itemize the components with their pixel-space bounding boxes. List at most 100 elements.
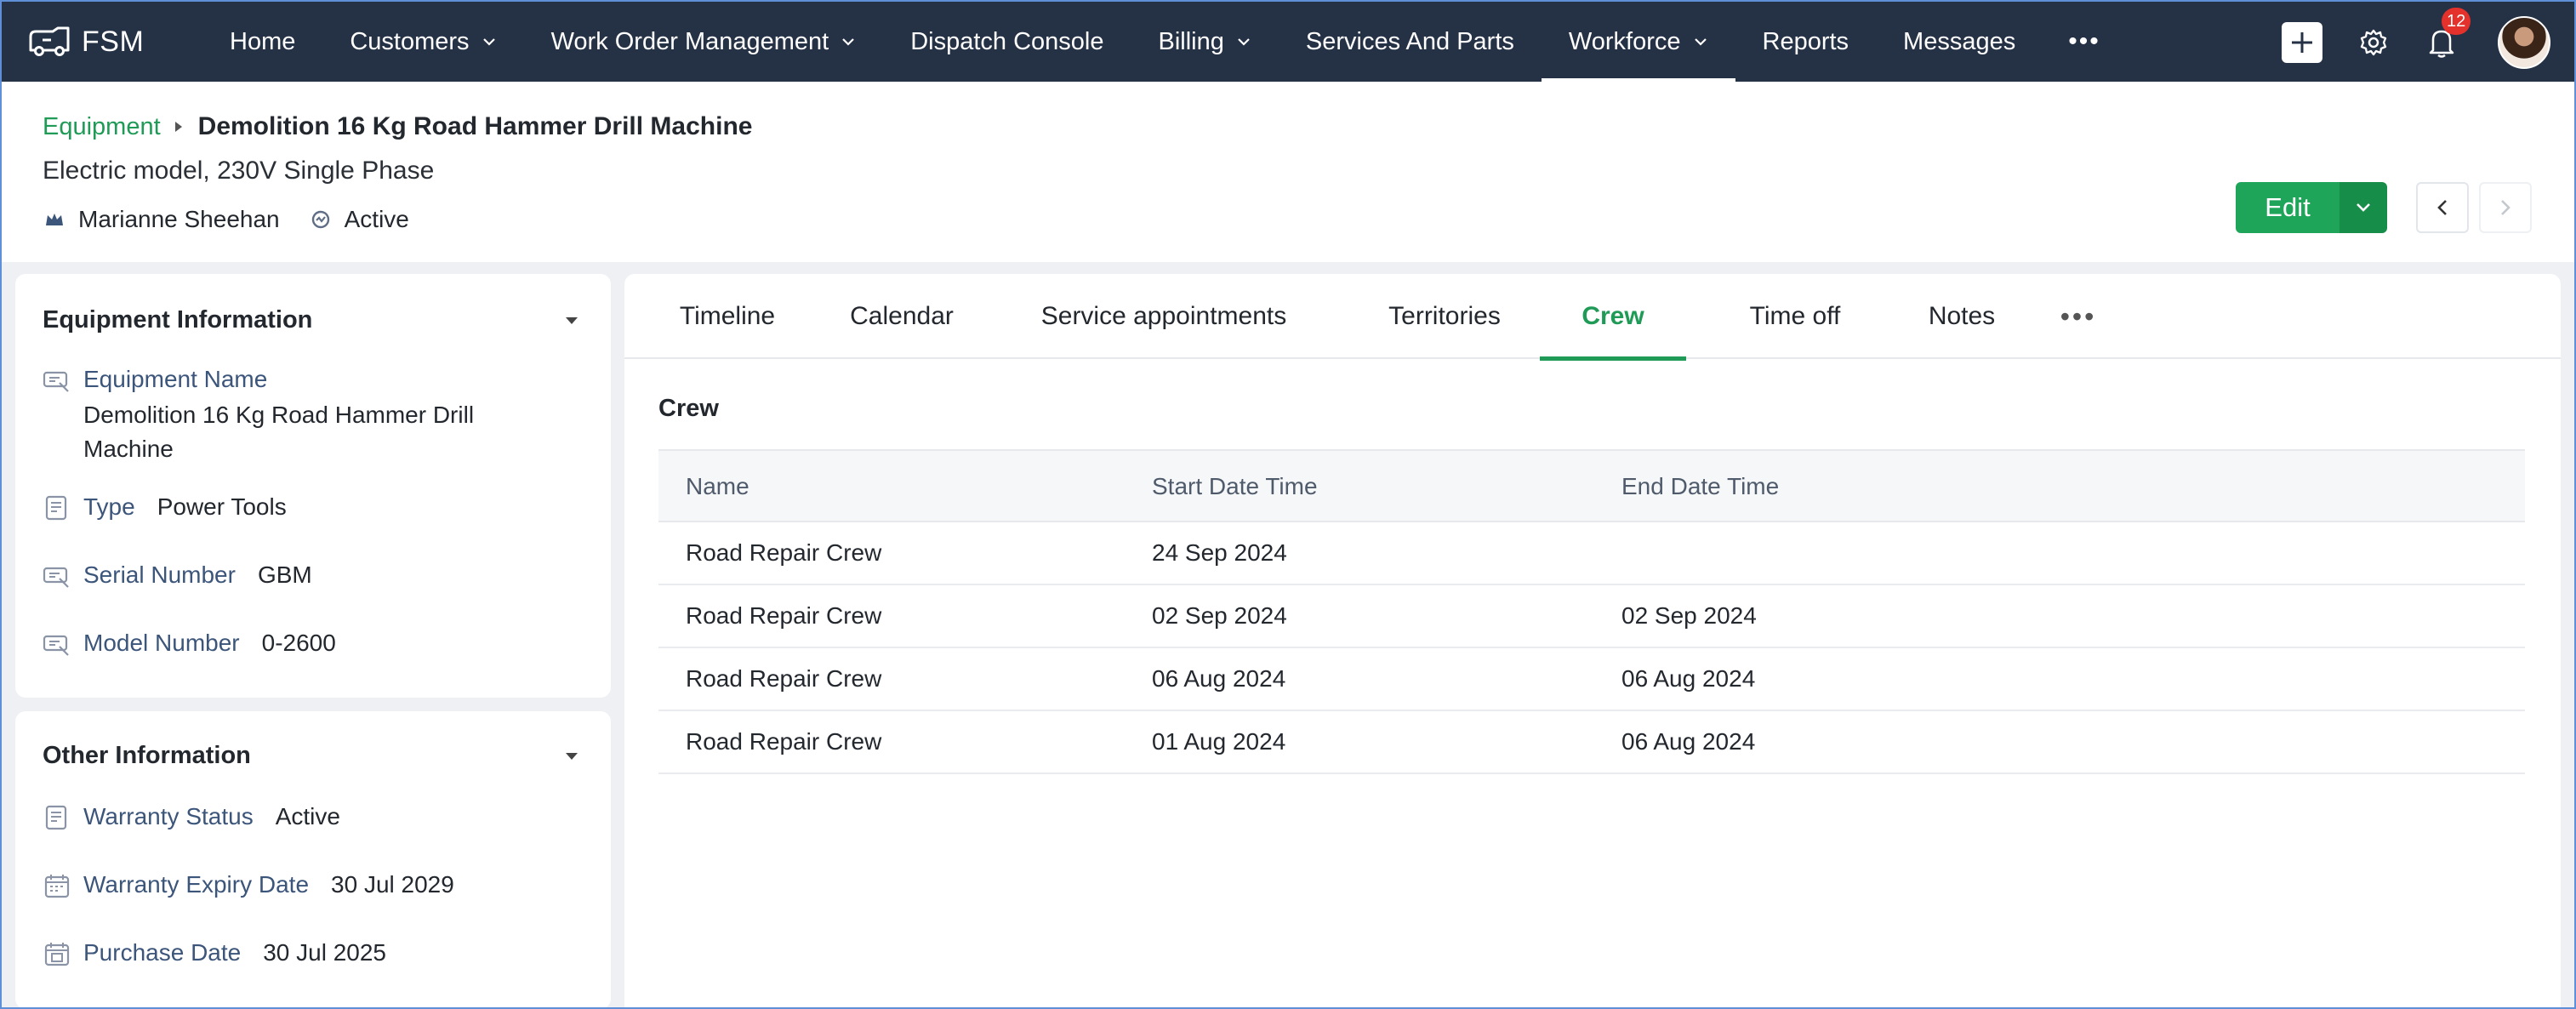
field-label: Purchase Date: [83, 939, 242, 966]
nav-item-label: Messages: [1903, 27, 2016, 55]
column-header-start-date-time[interactable]: Start Date Time: [1152, 451, 1318, 522]
table-row[interactable]: Road Repair Crew 06 Aug 2024 06 Aug 2024: [658, 648, 2525, 711]
table-row[interactable]: Road Repair Crew 24 Sep 2024: [658, 522, 2525, 585]
top-navigation-bar: FSM Home Customers Work Order Management…: [0, 0, 2576, 83]
caret-right-icon: [174, 122, 182, 132]
cell-start: 02 Sep 2024: [1152, 602, 1287, 629]
document-icon: [45, 805, 67, 830]
nav-item-label: Billing: [1158, 27, 1224, 55]
quick-create-button[interactable]: [2282, 22, 2322, 63]
edit-dropdown-button[interactable]: [2339, 182, 2387, 233]
nav-item-work-order-management[interactable]: Work Order Management: [524, 1, 884, 83]
chevron-down-icon: [1238, 38, 1250, 46]
nav-item-label: Reports: [1762, 27, 1849, 55]
crown-icon: [46, 214, 63, 225]
column-header-name[interactable]: Name: [686, 451, 749, 522]
tab-service-appointments[interactable]: Service appointments: [1019, 274, 1308, 359]
column-header-end-date-time[interactable]: End Date Time: [1621, 451, 1779, 522]
tab-notes[interactable]: Notes: [1899, 274, 2025, 359]
brand-name: FSM: [82, 25, 145, 58]
nav-item-label: Customers: [350, 27, 470, 55]
chevron-down-icon: [2357, 203, 2370, 212]
field-label: Model Number: [83, 630, 240, 656]
tab-time-off[interactable]: Time off: [1717, 274, 1873, 359]
tag-icon: [43, 635, 69, 656]
chevron-left-icon: [2437, 200, 2447, 215]
chevron-right-icon: [2501, 200, 2510, 215]
table-header: Name Start Date Time End Date Time: [658, 449, 2525, 522]
status-text: Active: [344, 206, 409, 232]
nav-item-billing[interactable]: Billing: [1131, 1, 1279, 83]
next-record-button[interactable]: [2479, 182, 2532, 233]
nav-item-customers[interactable]: Customers: [322, 1, 523, 83]
nav-item-services-and-parts[interactable]: Services And Parts: [1279, 1, 1542, 83]
cell-end: 06 Aug 2024: [1621, 665, 1756, 692]
nav-item-label: Services And Parts: [1305, 27, 1514, 55]
record-subtitle: Electric model, 230V Single Phase: [43, 157, 435, 185]
edit-button-group: Edit: [2236, 182, 2387, 233]
crew-section-title: Crew: [658, 395, 719, 422]
record-meta: Marianne Sheehan Active: [44, 206, 440, 233]
breadcrumb-equipment-link[interactable]: Equipment: [43, 113, 161, 141]
cell-start: 01 Aug 2024: [1152, 728, 1286, 755]
collapse-caret-icon[interactable]: [565, 316, 578, 325]
field-label: Serial Number: [83, 562, 236, 588]
field-warranty-expiry-date: Warranty Expiry Date 30 Jul 2029: [43, 871, 454, 898]
calendar-icon: [44, 875, 70, 898]
field-model-number: Model Number 0-2600: [43, 630, 336, 657]
cell-start: 24 Sep 2024: [1152, 539, 1287, 566]
gear-icon[interactable]: [2358, 27, 2389, 58]
nav-item-messages[interactable]: Messages: [1876, 1, 2043, 83]
page-title: Demolition 16 Kg Road Hammer Drill Machi…: [197, 112, 753, 140]
field-label: Equipment Name: [83, 366, 268, 392]
nav-item-home[interactable]: Home: [202, 1, 322, 83]
field-value: Demolition 16 Kg Road Hammer Drill Machi…: [83, 402, 475, 462]
tabs-more-button[interactable]: •••: [2040, 274, 2117, 359]
previous-record-button[interactable]: [2416, 182, 2469, 233]
table-row[interactable]: Road Repair Crew 01 Aug 2024 06 Aug 2024: [658, 711, 2525, 774]
cell-start: 06 Aug 2024: [1152, 665, 1286, 692]
edit-button[interactable]: Edit: [2236, 182, 2339, 233]
tab-timeline[interactable]: Timeline: [664, 274, 791, 359]
field-warranty-status: Warranty Status Active: [43, 803, 340, 830]
tag-icon: [43, 371, 69, 392]
nav-item-dispatch-console[interactable]: Dispatch Console: [883, 1, 1131, 83]
status-icon: [311, 210, 329, 229]
user-avatar[interactable]: [2498, 16, 2550, 69]
nav-item-reports[interactable]: Reports: [1735, 1, 1877, 83]
tab-crew[interactable]: Crew: [1540, 274, 1686, 361]
tab-calendar[interactable]: Calendar: [832, 274, 972, 359]
nav-item-label: Dispatch Console: [910, 27, 1104, 55]
field-type: Type Power Tools: [43, 493, 287, 521]
tab-territories[interactable]: Territories: [1356, 274, 1533, 359]
owner-name: Marianne Sheehan: [78, 206, 280, 232]
field-serial-number: Serial Number GBM: [43, 562, 312, 589]
nav-item-label: Home: [230, 27, 296, 55]
plus-icon: [2292, 32, 2312, 53]
crew-table: Name Start Date Time End Date Time Road …: [658, 449, 2525, 774]
field-label: Type: [83, 493, 135, 520]
van-logo-icon: [29, 26, 70, 56]
chevron-down-icon: [1694, 38, 1707, 46]
field-value: GBM: [257, 562, 312, 588]
field-value: Active: [275, 803, 340, 829]
record-owner[interactable]: Marianne Sheehan: [44, 206, 280, 233]
notifications-button[interactable]: 12: [2426, 8, 2471, 59]
cell-end: 06 Aug 2024: [1621, 728, 1756, 755]
table-row[interactable]: Road Repair Crew 02 Sep 2024 02 Sep 2024: [658, 585, 2525, 648]
nav-more-button[interactable]: •••: [2043, 1, 2126, 83]
field-value: Power Tools: [157, 493, 287, 520]
brand-logo[interactable]: FSM: [27, 25, 180, 59]
field-equipment-name: Equipment Name Demolition 16 Kg Road Ham…: [43, 366, 560, 466]
other-information-title: Other Information: [43, 742, 251, 769]
related-list-panel: Timeline Calendar Service appointments T…: [624, 274, 2561, 1009]
document-icon: [45, 495, 67, 521]
equipment-information-panel: Equipment Information Equipment Name Dem…: [15, 274, 611, 698]
field-purchase-date: Purchase Date 30 Jul 2025: [43, 939, 386, 966]
field-value: 0-2600: [261, 630, 336, 656]
field-value: 30 Jul 2025: [263, 939, 387, 966]
collapse-caret-icon[interactable]: [565, 752, 578, 761]
cell-name: Road Repair Crew: [686, 665, 882, 692]
breadcrumb: Equipment Demolition 16 Kg Road Hammer D…: [43, 112, 752, 141]
nav-item-workforce[interactable]: Workforce: [1541, 1, 1735, 83]
